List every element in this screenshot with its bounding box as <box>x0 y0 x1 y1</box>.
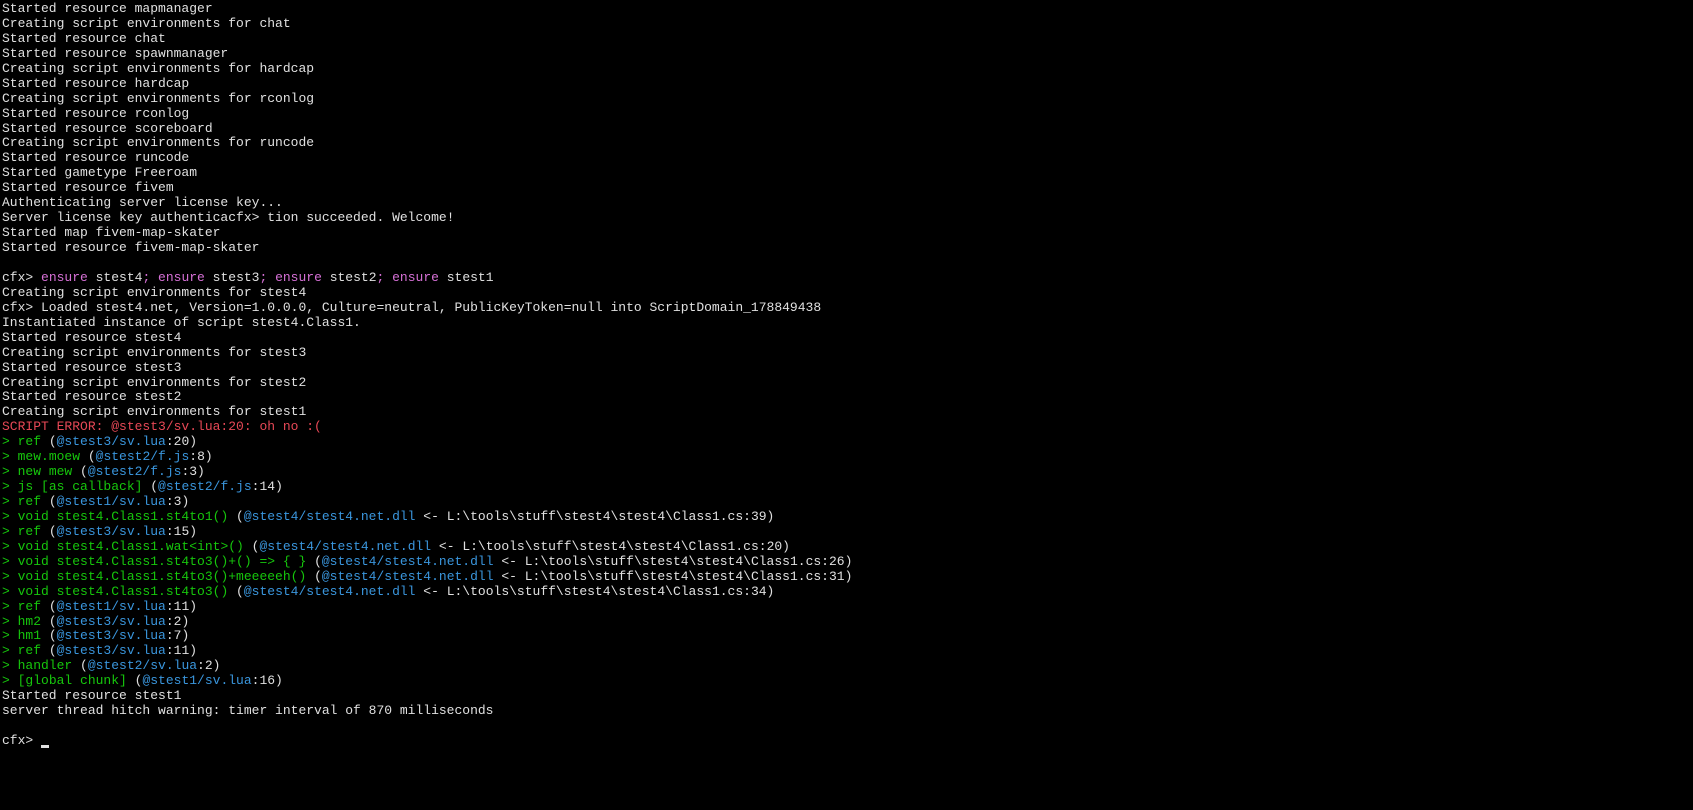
log-line: Started resource rconlog <box>2 107 1691 122</box>
trace-file: @stest1/sv.lua <box>142 673 251 688</box>
cmd-keyword: ensure <box>275 270 322 285</box>
command-line[interactable]: cfx> ensure stest4; ensure stest3; ensur… <box>2 271 1691 286</box>
log-line: Started resource scoreboard <box>2 122 1691 137</box>
trace-line: > void stest4.Class1.st4to3()+() => { } … <box>2 555 1691 570</box>
trace-line: > hm2 (@stest3/sv.lua:2) <box>2 615 1691 630</box>
trace-file: @stest4/stest4.net.dll <box>244 509 416 524</box>
trace-line: > handler (@stest2/sv.lua:2) <box>2 659 1691 674</box>
trace-file: @stest2/f.js <box>96 449 190 464</box>
trace-file: @stest3/sv.lua <box>57 524 166 539</box>
trace-line: > void stest4.Class1.st4to3()+meeeeeh() … <box>2 570 1691 585</box>
trace-line: > ref (@stest3/sv.lua:11) <box>2 644 1691 659</box>
log-line: Creating script environments for stest2 <box>2 376 1691 391</box>
trace-line: > ref (@stest1/sv.lua:11) <box>2 600 1691 615</box>
prompt: cfx> <box>2 733 41 748</box>
trace-file: @stest2/f.js <box>88 464 182 479</box>
prompt: cfx> <box>2 270 41 285</box>
log-line: Creating script environments for stest1 <box>2 405 1691 420</box>
trace-line: > void stest4.Class1.st4to3() (@stest4/s… <box>2 585 1691 600</box>
trace-file: @stest3/sv.lua <box>57 628 166 643</box>
cmd-keyword: ensure <box>392 270 439 285</box>
log-line: Creating script environments for hardcap <box>2 62 1691 77</box>
log-line: Started map fivem-map-skater <box>2 226 1691 241</box>
cmd-keyword: ensure <box>158 270 205 285</box>
log-line: Started resource hardcap <box>2 77 1691 92</box>
log-line: Instantiated instance of script stest4.C… <box>2 316 1691 331</box>
cmd-keyword: ensure <box>41 270 88 285</box>
trace-line: > [global chunk] (@stest1/sv.lua:16) <box>2 674 1691 689</box>
trace-file: @stest1/sv.lua <box>57 599 166 614</box>
log-line: server thread hitch warning: timer inter… <box>2 704 1691 719</box>
log-line: Creating script environments for chat <box>2 17 1691 32</box>
log-line: cfx> Loaded stest4.net, Version=1.0.0.0,… <box>2 301 1691 316</box>
trace-line: > void stest4.Class1.st4to1() (@stest4/s… <box>2 510 1691 525</box>
trace-line: > hm1 (@stest3/sv.lua:7) <box>2 629 1691 644</box>
trace-file: @stest4/stest4.net.dll <box>322 554 494 569</box>
cursor-icon <box>41 745 49 748</box>
terminal-output: Started resource mapmanager Creating scr… <box>2 2 1691 749</box>
log-line: Started resource runcode <box>2 151 1691 166</box>
trace-line: > new mew (@stest2/f.js:3) <box>2 465 1691 480</box>
blank-line <box>2 256 1691 271</box>
trace-file: @stest2/sv.lua <box>88 658 197 673</box>
trace-file: @stest3/sv.lua <box>57 643 166 658</box>
log-line: Started resource fivem-map-skater <box>2 241 1691 256</box>
log-line: Authenticating server license key... <box>2 196 1691 211</box>
trace-file: @stest4/stest4.net.dll <box>322 569 494 584</box>
trace-file: @stest2/f.js <box>158 479 252 494</box>
log-line: Started resource chat <box>2 32 1691 47</box>
log-line: Creating script environments for rconlog <box>2 92 1691 107</box>
log-line: Creating script environments for stest3 <box>2 346 1691 361</box>
log-line: Started resource mapmanager <box>2 2 1691 17</box>
log-line: Server license key authenticacfx> tion s… <box>2 211 1691 226</box>
log-line: Started resource stest2 <box>2 390 1691 405</box>
log-line: Started resource spawnmanager <box>2 47 1691 62</box>
blank-line <box>2 719 1691 734</box>
trace-file: @stest3/sv.lua <box>57 614 166 629</box>
log-line: Started resource stest4 <box>2 331 1691 346</box>
trace-file: @stest3/sv.lua <box>57 434 166 449</box>
trace-line: > js [as callback] (@stest2/f.js:14) <box>2 480 1691 495</box>
log-line: Started resource stest3 <box>2 361 1691 376</box>
trace-line: > ref (@stest1/sv.lua:3) <box>2 495 1691 510</box>
trace-file: @stest4/stest4.net.dll <box>244 584 416 599</box>
error-line: SCRIPT ERROR: @stest3/sv.lua:20: oh no :… <box>2 420 1691 435</box>
trace-line: > ref (@stest3/sv.lua:15) <box>2 525 1691 540</box>
log-line: Started gametype Freeroam <box>2 166 1691 181</box>
log-line: Started resource stest1 <box>2 689 1691 704</box>
log-line: Started resource fivem <box>2 181 1691 196</box>
prompt-line[interactable]: cfx> <box>2 734 1691 749</box>
log-line: Creating script environments for stest4 <box>2 286 1691 301</box>
trace-line: > void stest4.Class1.wat<int>() (@stest4… <box>2 540 1691 555</box>
log-line: Creating script environments for runcode <box>2 136 1691 151</box>
trace-line: > ref (@stest3/sv.lua:20) <box>2 435 1691 450</box>
trace-line: > mew.moew (@stest2/f.js:8) <box>2 450 1691 465</box>
trace-file: @stest4/stest4.net.dll <box>259 539 431 554</box>
trace-file: @stest1/sv.lua <box>57 494 166 509</box>
